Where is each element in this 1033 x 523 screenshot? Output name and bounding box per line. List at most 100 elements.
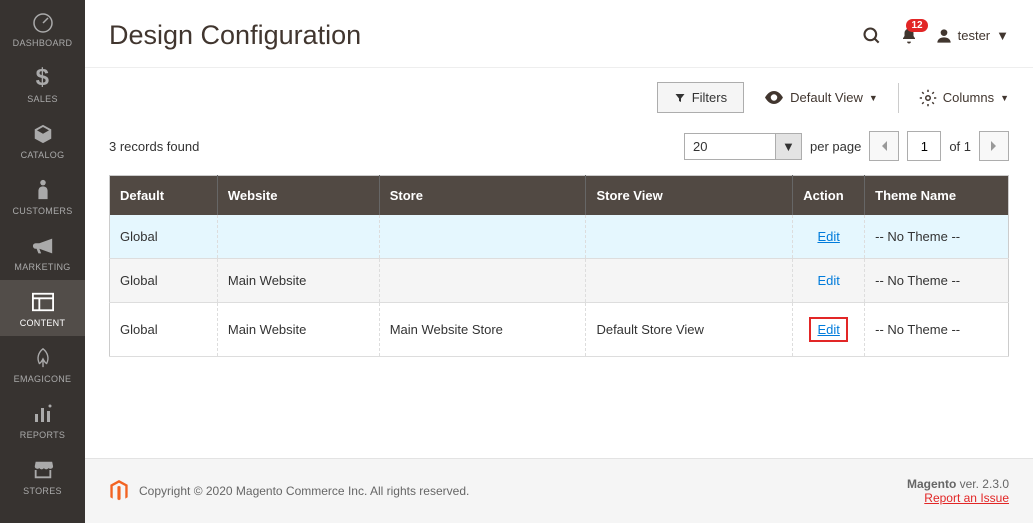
table-row: Global Edit -- No Theme -- (110, 215, 1009, 259)
cell-action: Edit (793, 303, 865, 357)
col-header[interactable]: Default (110, 176, 218, 216)
sidebar: DASHBOARD $ SALES CATALOG CUSTOMERS MARKETING… (0, 0, 85, 523)
col-header[interactable]: Store (379, 176, 586, 216)
gear-icon (919, 89, 937, 107)
megaphone-icon (32, 234, 54, 258)
cell: Global (110, 215, 218, 259)
layout-icon (32, 290, 54, 314)
sidebar-item-reports[interactable]: REPORTS (0, 392, 85, 448)
sidebar-item-label: CONTENT (20, 318, 66, 328)
sidebar-item-label: REPORTS (20, 430, 65, 440)
main: Design Configuration 12 tester ▼ Filters… (85, 0, 1033, 523)
page-title: Design Configuration (109, 20, 361, 51)
page-size-select[interactable]: 20 ▼ (684, 133, 802, 160)
eye-icon (764, 91, 784, 104)
edit-link[interactable]: Edit (817, 273, 839, 288)
filters-label: Filters (692, 90, 727, 105)
cell: Main Website Store (379, 303, 586, 357)
chevron-right-icon (990, 140, 998, 152)
pagination: 20 ▼ per page of 1 (684, 131, 1009, 161)
sidebar-item-catalog[interactable]: CATALOG (0, 112, 85, 168)
divider (898, 83, 899, 113)
caret-down-icon: ▼ (996, 28, 1009, 43)
col-header[interactable]: Website (217, 176, 379, 216)
col-header[interactable]: Action (793, 176, 865, 216)
footer: Copyright © 2020 Magento Commerce Inc. A… (85, 458, 1033, 523)
funnel-icon (674, 92, 686, 104)
col-header[interactable]: Store View (586, 176, 793, 216)
sidebar-item-marketing[interactable]: MARKETING (0, 224, 85, 280)
toolbar: Filters Default View ▼ Columns ▼ (85, 68, 1033, 121)
footer-right: Magento ver. 2.3.0 Report an Issue (907, 477, 1009, 505)
magento-logo-icon (109, 480, 129, 502)
sidebar-item-label: STORES (23, 486, 62, 496)
sidebar-item-content[interactable]: CONTENT (0, 280, 85, 336)
table-wrap: DefaultWebsiteStoreStore ViewActionTheme… (85, 175, 1033, 357)
person-icon (35, 178, 51, 202)
header-actions: 12 tester ▼ (862, 26, 1009, 46)
controls-row: 3 records found 20 ▼ per page of 1 (85, 121, 1033, 175)
page-input[interactable] (907, 131, 941, 161)
sidebar-item-label: DASHBOARD (13, 38, 73, 48)
sidebar-item-stores[interactable]: STORES (0, 448, 85, 504)
dashboard-icon (31, 10, 55, 34)
cell: Global (110, 303, 218, 357)
default-view-button[interactable]: Default View ▼ (764, 90, 878, 105)
table-header-row: DefaultWebsiteStoreStore ViewActionTheme… (110, 176, 1009, 216)
bell-icon[interactable]: 12 (900, 27, 918, 45)
cell-theme: -- No Theme -- (865, 303, 1009, 357)
sidebar-item-label: SALES (27, 94, 58, 104)
sidebar-item-dashboard[interactable]: DASHBOARD (0, 0, 85, 56)
cell-theme: -- No Theme -- (865, 259, 1009, 303)
leaf-icon (33, 346, 53, 370)
edit-link[interactable]: Edit (817, 229, 839, 244)
report-issue-link[interactable]: Report an Issue (924, 491, 1009, 505)
footer-left: Copyright © 2020 Magento Commerce Inc. A… (109, 480, 469, 502)
user-icon (936, 28, 952, 44)
per-page-label: per page (810, 139, 861, 154)
search-icon[interactable] (862, 26, 882, 46)
cell (586, 215, 793, 259)
col-header[interactable]: Theme Name (865, 176, 1009, 216)
cell (379, 259, 586, 303)
sidebar-item-label: CATALOG (21, 150, 65, 160)
cell (379, 215, 586, 259)
design-config-table: DefaultWebsiteStoreStore ViewActionTheme… (109, 175, 1009, 357)
filters-button[interactable]: Filters (657, 82, 744, 113)
table-body: GlobalEdit-- No Theme --GlobalMain Websi… (110, 215, 1009, 357)
table-row: GlobalMain WebsiteMain Website StoreDefa… (110, 303, 1009, 357)
cell: Main Website (217, 259, 379, 303)
caret-down-icon: ▼ (1000, 93, 1009, 103)
caret-down-icon: ▼ (869, 93, 878, 103)
cell (586, 259, 793, 303)
cell: Default Store View (586, 303, 793, 357)
caret-down-icon: ▼ (775, 134, 801, 159)
cell-theme: -- No Theme -- (865, 215, 1009, 259)
columns-button[interactable]: Columns ▼ (919, 89, 1009, 107)
table-row: GlobalMain Website Edit -- No Theme -- (110, 259, 1009, 303)
cell (217, 215, 379, 259)
user-menu[interactable]: tester ▼ (936, 28, 1009, 44)
next-page-button[interactable] (979, 131, 1009, 161)
sidebar-item-customers[interactable]: CUSTOMERS (0, 168, 85, 224)
copyright-text: Copyright © 2020 Magento Commerce Inc. A… (139, 484, 469, 498)
notification-badge: 12 (906, 19, 927, 32)
records-found: 3 records found (109, 139, 199, 154)
sidebar-item-emagicone[interactable]: EMAGICONE (0, 336, 85, 392)
prev-page-button[interactable] (869, 131, 899, 161)
sidebar-item-label: MARKETING (14, 262, 70, 272)
of-text: of 1 (949, 139, 971, 154)
chevron-left-icon (880, 140, 888, 152)
sidebar-item-label: EMAGICONE (14, 374, 72, 384)
bars-icon (33, 402, 53, 426)
cell-action: Edit (793, 259, 865, 303)
page-size: 20 ▼ per page (684, 133, 861, 160)
box-icon (32, 122, 54, 146)
sidebar-item-sales[interactable]: $ SALES (0, 56, 85, 112)
dollar-icon: $ (36, 66, 50, 90)
edit-link[interactable]: Edit (817, 322, 839, 337)
cell: Global (110, 259, 218, 303)
cell-action: Edit (793, 215, 865, 259)
store-icon (32, 458, 54, 482)
username: tester (958, 28, 991, 43)
